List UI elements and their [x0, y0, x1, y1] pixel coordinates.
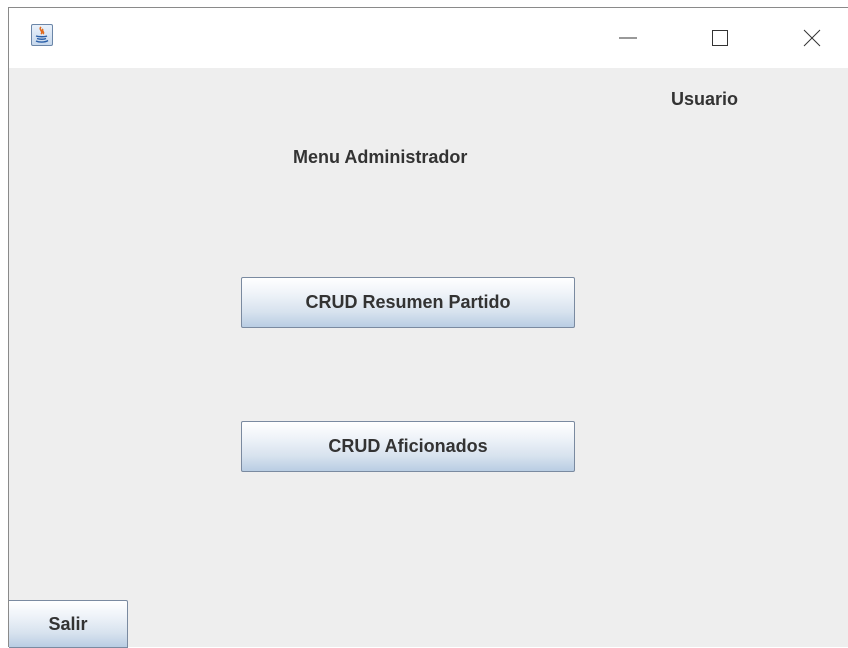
crud-resumen-partido-button[interactable]: CRUD Resumen Partido — [241, 277, 575, 328]
close-button[interactable] — [789, 8, 835, 68]
minimize-icon — [619, 37, 637, 39]
app-window: Usuario Menu Administrador CRUD Resumen … — [8, 7, 848, 648]
maximize-button[interactable] — [697, 8, 743, 68]
salir-button[interactable]: Salir — [9, 600, 128, 648]
page-title: Menu Administrador — [293, 147, 468, 167]
maximize-icon — [712, 30, 728, 46]
title-bar[interactable] — [9, 8, 848, 68]
user-label: Usuario — [671, 89, 739, 109]
java-app-icon — [31, 24, 53, 46]
close-icon — [803, 29, 821, 47]
minimize-button[interactable] — [605, 8, 651, 68]
crud-aficionados-button[interactable]: CRUD Aficionados — [241, 421, 575, 472]
